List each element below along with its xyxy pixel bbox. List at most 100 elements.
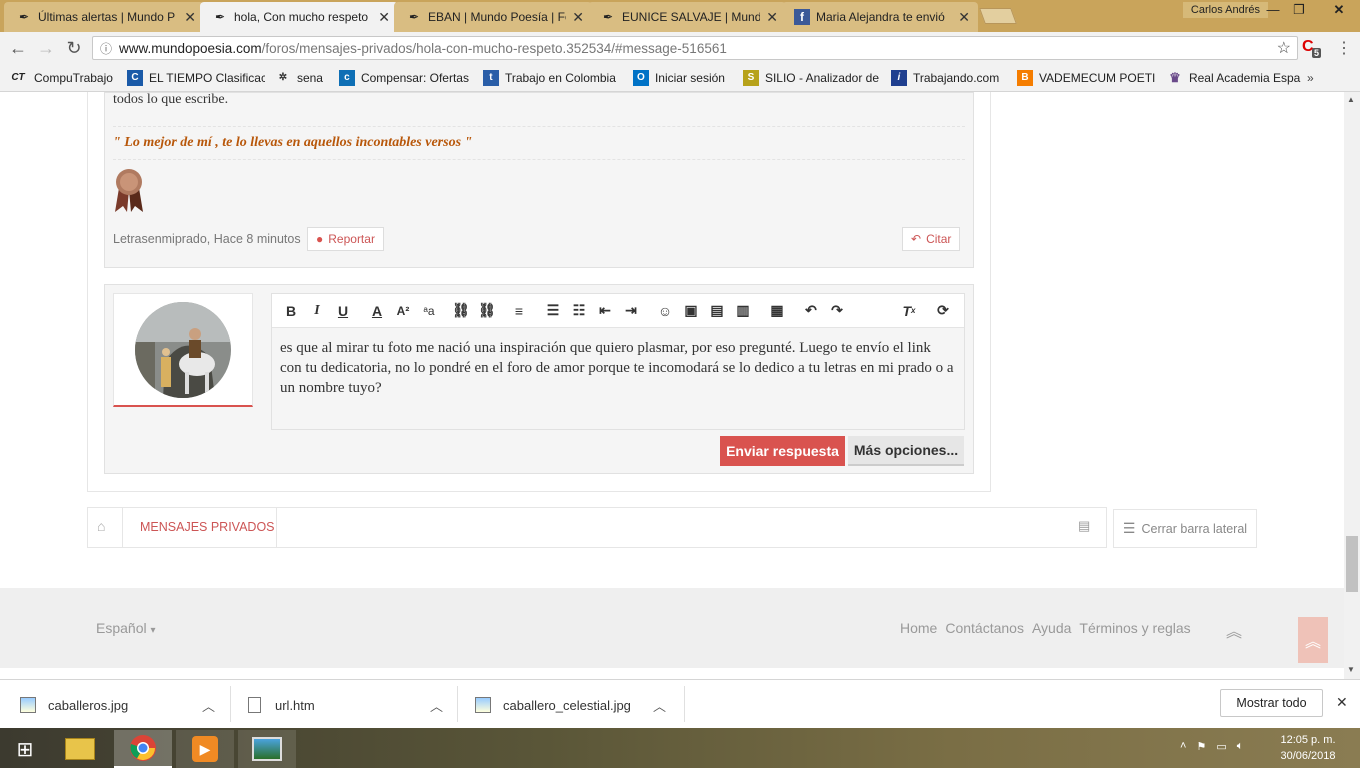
post-meta: Letrasenmiprado, Hace 8 minutos [113,232,301,246]
window-close-button[interactable]: ✕ [1318,2,1360,20]
report-button[interactable]: ● Reportar [307,227,384,251]
close-icon[interactable]: ✕ [184,9,196,26]
home-icon[interactable]: ⌂ [97,518,105,534]
media-player-icon[interactable]: ▶ [176,730,234,768]
maximize-button[interactable]: ❐ [1286,2,1312,20]
close-icon[interactable]: ✕ [958,9,970,26]
reload-button[interactable]: ↻ [62,36,86,60]
bookmark-rae[interactable]: ♛ Real Academia Espa [1167,70,1303,86]
italic-icon[interactable]: I [304,298,330,324]
tab-eunice-salvaje[interactable]: ✒ EUNICE SALVAJE | Mundo ✕ [588,2,786,32]
bookmark-silio[interactable]: S SILIO - Analizador de [742,69,881,86]
media-icon[interactable]: ▤ [704,298,730,324]
back-button[interactable]: ← [6,36,30,60]
indent-icon[interactable]: ⇥ [618,298,644,324]
back-to-top-button[interactable]: ︽ [1298,617,1328,663]
font-size-icon[interactable]: A² [390,298,416,324]
more-bookmarks-icon[interactable]: » [1307,71,1314,85]
bookmark-star-icon[interactable]: ☆ [1277,38,1291,58]
bookmark-compensar[interactable]: c Compensar: Ofertas [338,69,473,86]
download-item[interactable]: url.htm ︿ [248,688,448,722]
bookmark-vademecum[interactable]: B VADEMECUM POETI [1016,69,1157,86]
breadcrumb-private-messages[interactable]: MENSAJES PRIVADOS [140,520,275,534]
unlink-icon[interactable]: ⛓ [474,298,500,324]
close-sidebar-button[interactable]: ☰ Cerrar barra lateral [1113,509,1257,548]
photos-icon[interactable] [238,730,296,768]
chevron-up-icon[interactable]: ˄ [1180,740,1186,753]
rae-icon: ♛ [1169,69,1181,85]
more-options-button[interactable]: Más opciones... [848,436,964,466]
close-icon[interactable]: ✕ [572,9,584,26]
mundo-poesia-icon: ✒ [408,10,420,24]
tab-facebook[interactable]: f Maria Alejandra te envió ✕ [782,2,978,32]
minimize-button[interactable]: — [1260,2,1286,20]
new-tab-button[interactable] [979,8,1017,24]
silio-icon: S [742,69,759,86]
download-item[interactable]: caballero_celestial.jpg ︿ [475,688,675,722]
chevron-up-icon[interactable]: ︿ [202,696,215,715]
insert-icon[interactable]: ▥ [730,298,756,324]
send-reply-button[interactable]: Enviar respuesta [720,436,845,466]
close-icon[interactable]: ✕ [766,9,778,26]
undo-icon[interactable]: ↶ [798,298,824,324]
chevron-up-icon[interactable]: ︿ [430,696,443,715]
facebook-icon: f [794,9,810,25]
editor-text[interactable]: es que al mirar tu foto me nació una ins… [280,338,956,398]
footer-link-terms[interactable]: Términos y reglas [1079,620,1190,636]
mundo-poesia-icon: ✒ [214,10,226,24]
tab-ultimas-alertas[interactable]: ✒ Últimas alertas | Mundo P ✕ [4,2,204,32]
address-bar[interactable]: ⓘ www.mundopoesia.com/foros/mensajes-pri… [92,36,1298,60]
bookmark-trabajo-colombia[interactable]: t Trabajo en Colombia [482,69,623,86]
tab-hola-con-mucho-respeto[interactable]: ✒ hola, Con mucho respeto ✕ [200,2,398,32]
bookmark-sena[interactable]: ✲ sena [275,70,329,86]
numbered-list-icon[interactable]: ☷ [566,298,592,324]
download-item[interactable]: caballeros.jpg ︿ [20,688,220,722]
network-icon[interactable]: ▭ [1216,740,1226,753]
bookmark-trabajando[interactable]: i Trabajando.com [890,69,1007,86]
language-chooser[interactable]: Español ▾ [96,620,156,636]
windows-start-icon[interactable]: ⊞ [0,730,50,768]
save-draft-icon[interactable]: ▦ [764,298,790,324]
font-family-icon[interactable]: ᵃa [416,298,442,324]
scroll-up-icon[interactable]: ▲ [1347,95,1355,104]
flag-icon[interactable]: ⚑ [1196,740,1206,753]
smilie-icon[interactable]: ☺ [652,298,678,324]
quote-button[interactable]: ↶ Citar [902,227,961,251]
image-icon[interactable]: ▣ [678,298,704,324]
footer-link-home[interactable]: Home [900,620,937,636]
redo-icon[interactable]: ↷ [824,298,850,324]
toggle-bbcode-icon[interactable]: ⟳ [930,298,956,324]
bookmark-el-tiempo[interactable]: C EL TIEMPO Clasificac [126,69,265,86]
forward-button[interactable]: → [34,36,58,60]
tab-eban[interactable]: ✒ EBAN | Mundo Poesía | Fo ✕ [394,2,592,32]
extension-icon[interactable]: C5 [1302,38,1324,58]
close-downloads-icon[interactable]: ✕ [1336,694,1348,711]
bookmark-computrabajo[interactable]: CT CompuTrabajo [8,70,113,86]
bullet-list-icon[interactable]: ☰ [540,298,566,324]
scroll-down-icon[interactable]: ▼ [1347,665,1355,674]
avatar[interactable] [135,302,231,398]
scroll-top-icon[interactable]: ︽ [1226,618,1242,642]
sidebar-toggle-icon[interactable]: ▤ [1078,518,1090,534]
chrome-icon[interactable] [114,730,172,768]
clock[interactable]: 12:05 p. m. 30/06/2018 [1270,732,1346,764]
footer-link-help[interactable]: Ayuda [1032,620,1071,636]
outdent-icon[interactable]: ⇤ [592,298,618,324]
link-icon[interactable]: ⛓ [448,298,474,324]
footer-link-contact[interactable]: Contáctanos [945,620,1024,636]
remove-format-icon[interactable]: Tx [896,298,922,324]
bold-icon[interactable]: B [278,298,304,324]
bookmark-iniciar-sesion[interactable]: O Iniciar sesión [632,69,733,86]
underline-icon[interactable]: U [330,298,356,324]
close-icon[interactable]: ✕ [378,9,390,26]
text-color-icon[interactable]: A [364,298,390,324]
volume-icon[interactable]: 🔈︎ [1237,740,1244,753]
chevron-up-icon[interactable]: ︿ [653,696,666,715]
profile-name[interactable]: Carlos Andrés [1182,2,1268,18]
scrollbar-thumb[interactable] [1346,536,1358,592]
file-explorer-icon[interactable] [52,730,108,768]
align-icon[interactable]: ≡ [506,298,532,324]
info-icon[interactable]: ⓘ [93,40,119,57]
show-all-downloads-button[interactable]: Mostrar todo [1220,689,1323,717]
menu-icon[interactable]: ⋮ [1336,38,1352,58]
